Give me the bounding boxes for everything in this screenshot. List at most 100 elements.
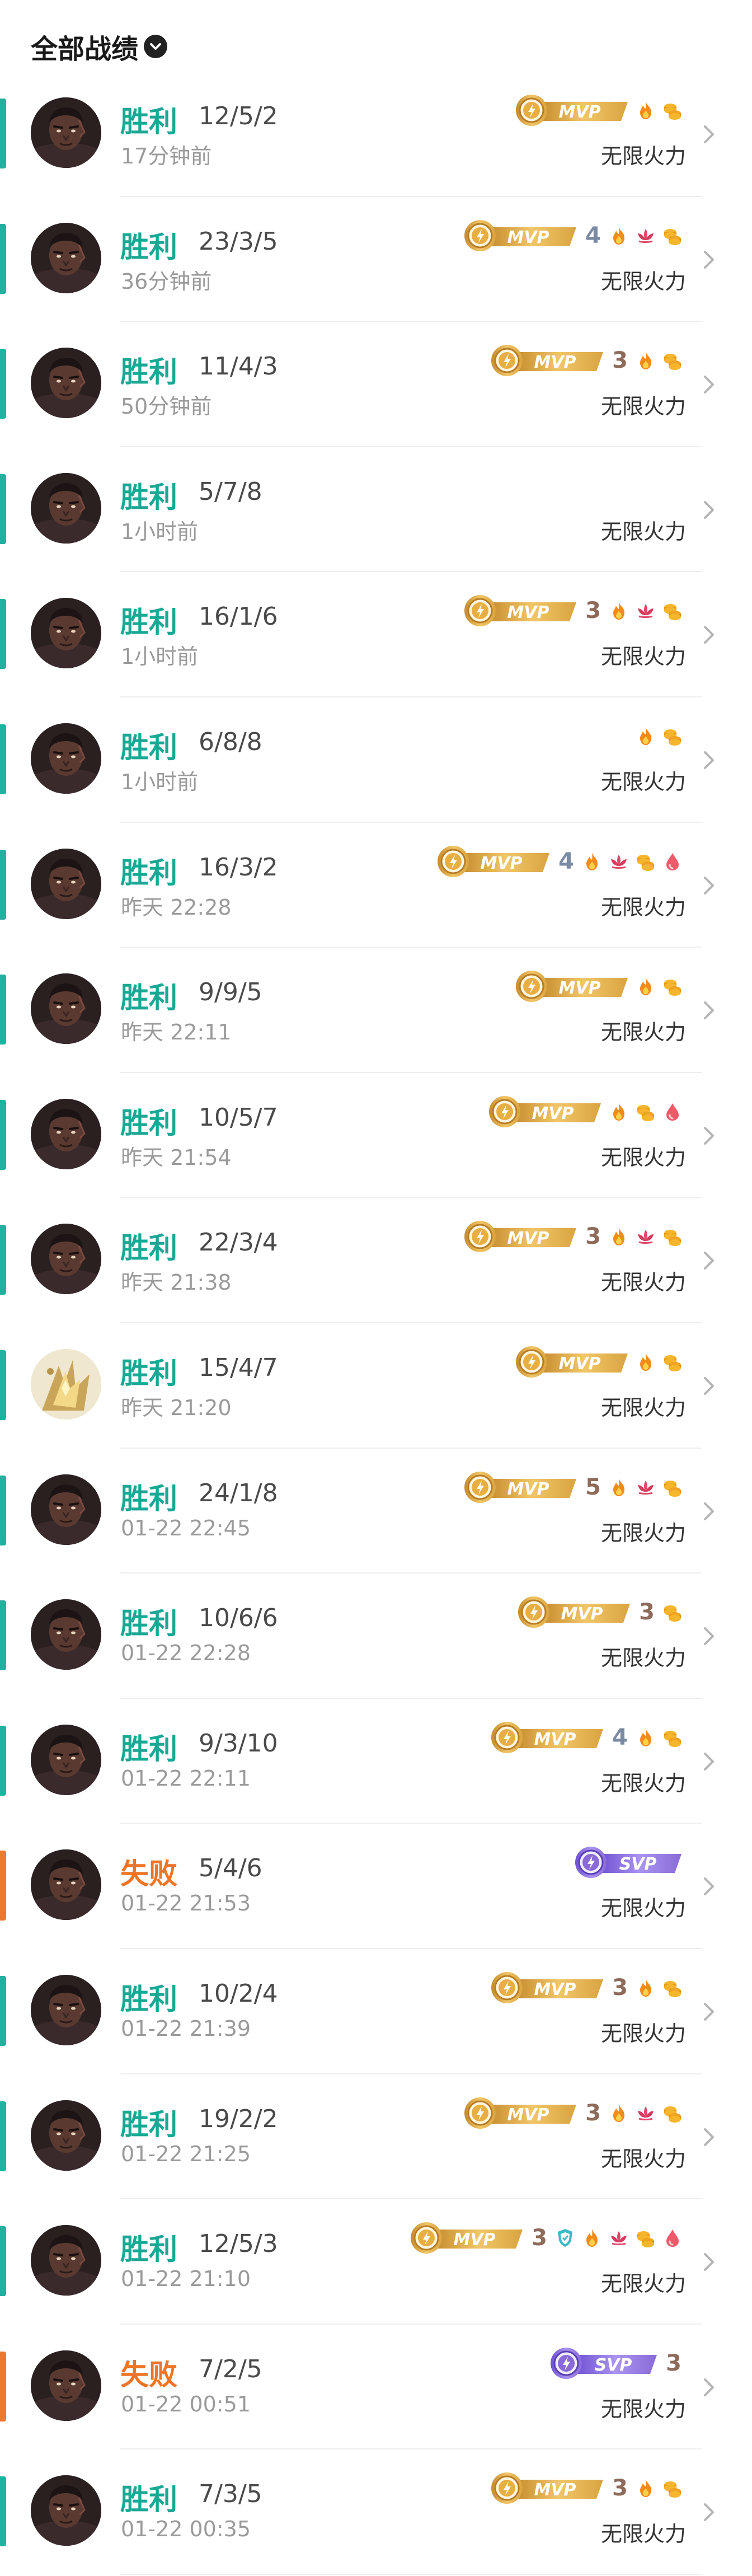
header[interactable]: 全部战绩	[31, 21, 168, 72]
chevron-right-icon[interactable]	[701, 999, 717, 1022]
game-mode: 无限火力	[600, 2021, 686, 2046]
svg-text:MVP: MVP	[534, 1730, 576, 1749]
match-time: 1小时前	[121, 769, 199, 794]
row-divider	[120, 2573, 702, 2575]
match-row[interactable]: 失败 5/4/6 01-22 21:53 SVP 无限火力	[0, 1824, 752, 1949]
match-row[interactable]: 胜利 22/3/4 昨天 21:38 MVP 3 无限火力	[0, 1198, 752, 1323]
match-time: 1小时前	[121, 519, 199, 544]
chevron-right-icon[interactable]	[701, 1375, 717, 1397]
match-row[interactable]: 胜利 11/4/3 50分钟前 MVP 3 无限火力	[0, 322, 752, 447]
chevron-right-icon[interactable]	[701, 1249, 717, 1272]
match-result: 胜利	[120, 731, 178, 765]
match-row[interactable]: 胜利 6/8/8 1小时前 无限火力	[0, 697, 752, 823]
match-row[interactable]: 胜利 9/9/5 昨天 22:11 MVP 无限火力	[0, 948, 752, 1073]
svg-text:MVP: MVP	[507, 228, 549, 247]
match-row[interactable]: 胜利 23/3/5 36分钟前 MVP 4 无限火力	[0, 197, 752, 322]
svp-badge: SVP	[575, 1847, 682, 1879]
chevron-right-icon[interactable]	[701, 1750, 717, 1773]
game-mode: 无限火力	[600, 894, 686, 920]
chevron-right-icon[interactable]	[701, 249, 717, 271]
game-mode: 无限火力	[600, 144, 686, 168]
multikill-count: 3	[585, 1224, 601, 1250]
chevron-right-icon[interactable]	[701, 2001, 717, 2023]
drop-icon	[661, 2227, 684, 2249]
match-row[interactable]: 胜利 10/2/4 01-22 21:39 MVP 3 无限火力	[0, 1949, 752, 2074]
chevron-right-icon[interactable]	[701, 2501, 717, 2523]
hero-avatar	[31, 848, 101, 919]
match-row[interactable]: 胜利 7/3/5 01-22 00:35 MVP 3 无限火力	[0, 2449, 752, 2575]
hero-avatar	[31, 2100, 101, 2171]
chevron-right-icon[interactable]	[701, 624, 717, 646]
chevron-right-icon[interactable]	[701, 1125, 717, 1147]
kda-score: 16/1/6	[199, 602, 278, 631]
match-row[interactable]: 胜利 10/6/6 01-22 22:28 MVP 3 无限火力	[0, 1573, 752, 1699]
match-time: 昨天 22:11	[121, 1020, 232, 1045]
chevron-right-icon[interactable]	[701, 2251, 717, 2273]
coins-icon	[661, 1351, 684, 1373]
multikill-count: 3	[585, 2100, 601, 2126]
fire-icon	[634, 349, 657, 372]
match-row[interactable]: 胜利 12/5/3 01-22 21:10 MVP 3 无限火力	[0, 2199, 752, 2325]
match-row[interactable]: 胜利 15/4/7 昨天 21:20 MVP 无限火力	[0, 1323, 752, 1449]
match-result: 失败	[120, 1858, 178, 1891]
fire-icon	[634, 975, 657, 997]
hero-avatar	[31, 1348, 101, 1420]
fire-icon	[608, 1225, 630, 1248]
match-row[interactable]: 胜利 5/7/8 1小时前 无限火力	[0, 447, 752, 573]
chevron-right-icon[interactable]	[701, 123, 717, 146]
mvp-badge: MVP	[464, 219, 577, 251]
match-row[interactable]: 胜利 24/1/8 01-22 22:45 MVP 5 无限火力	[0, 1449, 752, 1574]
svg-text:MVP: MVP	[558, 1354, 600, 1374]
mvp-badge: MVP	[518, 1596, 631, 1628]
match-row[interactable]: 失败 7/2/5 01-22 00:51 SVP 3 无限火力	[0, 2325, 752, 2450]
achievement-badges: MVP	[513, 91, 684, 130]
result-indicator-bar	[0, 1099, 6, 1170]
match-row[interactable]: 胜利 9/3/10 01-22 22:11 MVP 4 无限火力	[0, 1699, 752, 1824]
achievement-badges: MVP	[513, 1342, 684, 1381]
mvp-badge: MVP	[464, 595, 577, 627]
svg-text:MVP: MVP	[534, 1980, 576, 1999]
lotus-icon	[634, 599, 657, 622]
chevron-right-icon[interactable]	[701, 749, 717, 771]
match-row[interactable]: 胜利 16/3/2 昨天 22:28 MVP 4 无限火力	[0, 823, 752, 948]
game-mode: 无限火力	[600, 644, 686, 669]
chevron-down-icon[interactable]	[144, 35, 168, 58]
multikill-count: 4	[585, 222, 601, 249]
multikill-count: 4	[612, 1724, 628, 1750]
chevron-right-icon[interactable]	[701, 373, 717, 396]
chevron-right-icon[interactable]	[701, 874, 717, 897]
result-indicator-bar	[0, 474, 6, 544]
svg-text:MVP: MVP	[558, 102, 600, 122]
match-result: 胜利	[120, 606, 178, 640]
fire-icon	[634, 1351, 657, 1373]
shield-icon	[554, 2227, 576, 2249]
mvp-badge: MVP	[516, 971, 628, 1003]
match-row[interactable]: 胜利 12/5/2 17分钟前 MVP 无限火力	[0, 72, 752, 197]
coins-icon	[661, 1977, 684, 1999]
result-indicator-bar	[0, 1475, 6, 1545]
match-row[interactable]: 胜利 19/2/2 01-22 21:25 MVP 3 无限火力	[0, 2074, 752, 2200]
achievement-badges: MVP 3	[515, 1593, 684, 1632]
mvp-badge: MVP	[464, 1221, 577, 1253]
result-indicator-bar	[0, 2476, 6, 2547]
chevron-right-icon[interactable]	[701, 499, 717, 521]
fire-icon	[608, 1100, 630, 1123]
chevron-right-icon[interactable]	[701, 2376, 717, 2399]
chevron-right-icon[interactable]	[701, 2126, 717, 2148]
svg-text:MVP: MVP	[558, 978, 600, 998]
match-row[interactable]: 胜利 10/5/7 昨天 21:54 MVP 无限火力	[0, 1073, 752, 1198]
match-time: 1小时前	[121, 644, 199, 669]
match-time: 01-22 00:35	[121, 2517, 251, 2542]
match-time: 01-22 21:39	[121, 2016, 251, 2041]
chevron-right-icon[interactable]	[701, 1625, 717, 1647]
match-row[interactable]: 胜利 16/1/6 1小时前 MVP 3 无限火力	[0, 572, 752, 697]
mvp-badge: MVP	[464, 2097, 577, 2129]
chevron-right-icon[interactable]	[701, 1500, 717, 1523]
achievement-badges: MVP 5	[461, 1468, 684, 1507]
kda-score: 5/7/8	[199, 477, 262, 506]
achievement-badges: MVP 3	[407, 2218, 684, 2257]
fire-icon	[608, 599, 630, 622]
chevron-right-icon[interactable]	[701, 1875, 717, 1898]
mvp-badge: MVP	[516, 1346, 628, 1378]
result-indicator-bar	[0, 1851, 6, 1921]
